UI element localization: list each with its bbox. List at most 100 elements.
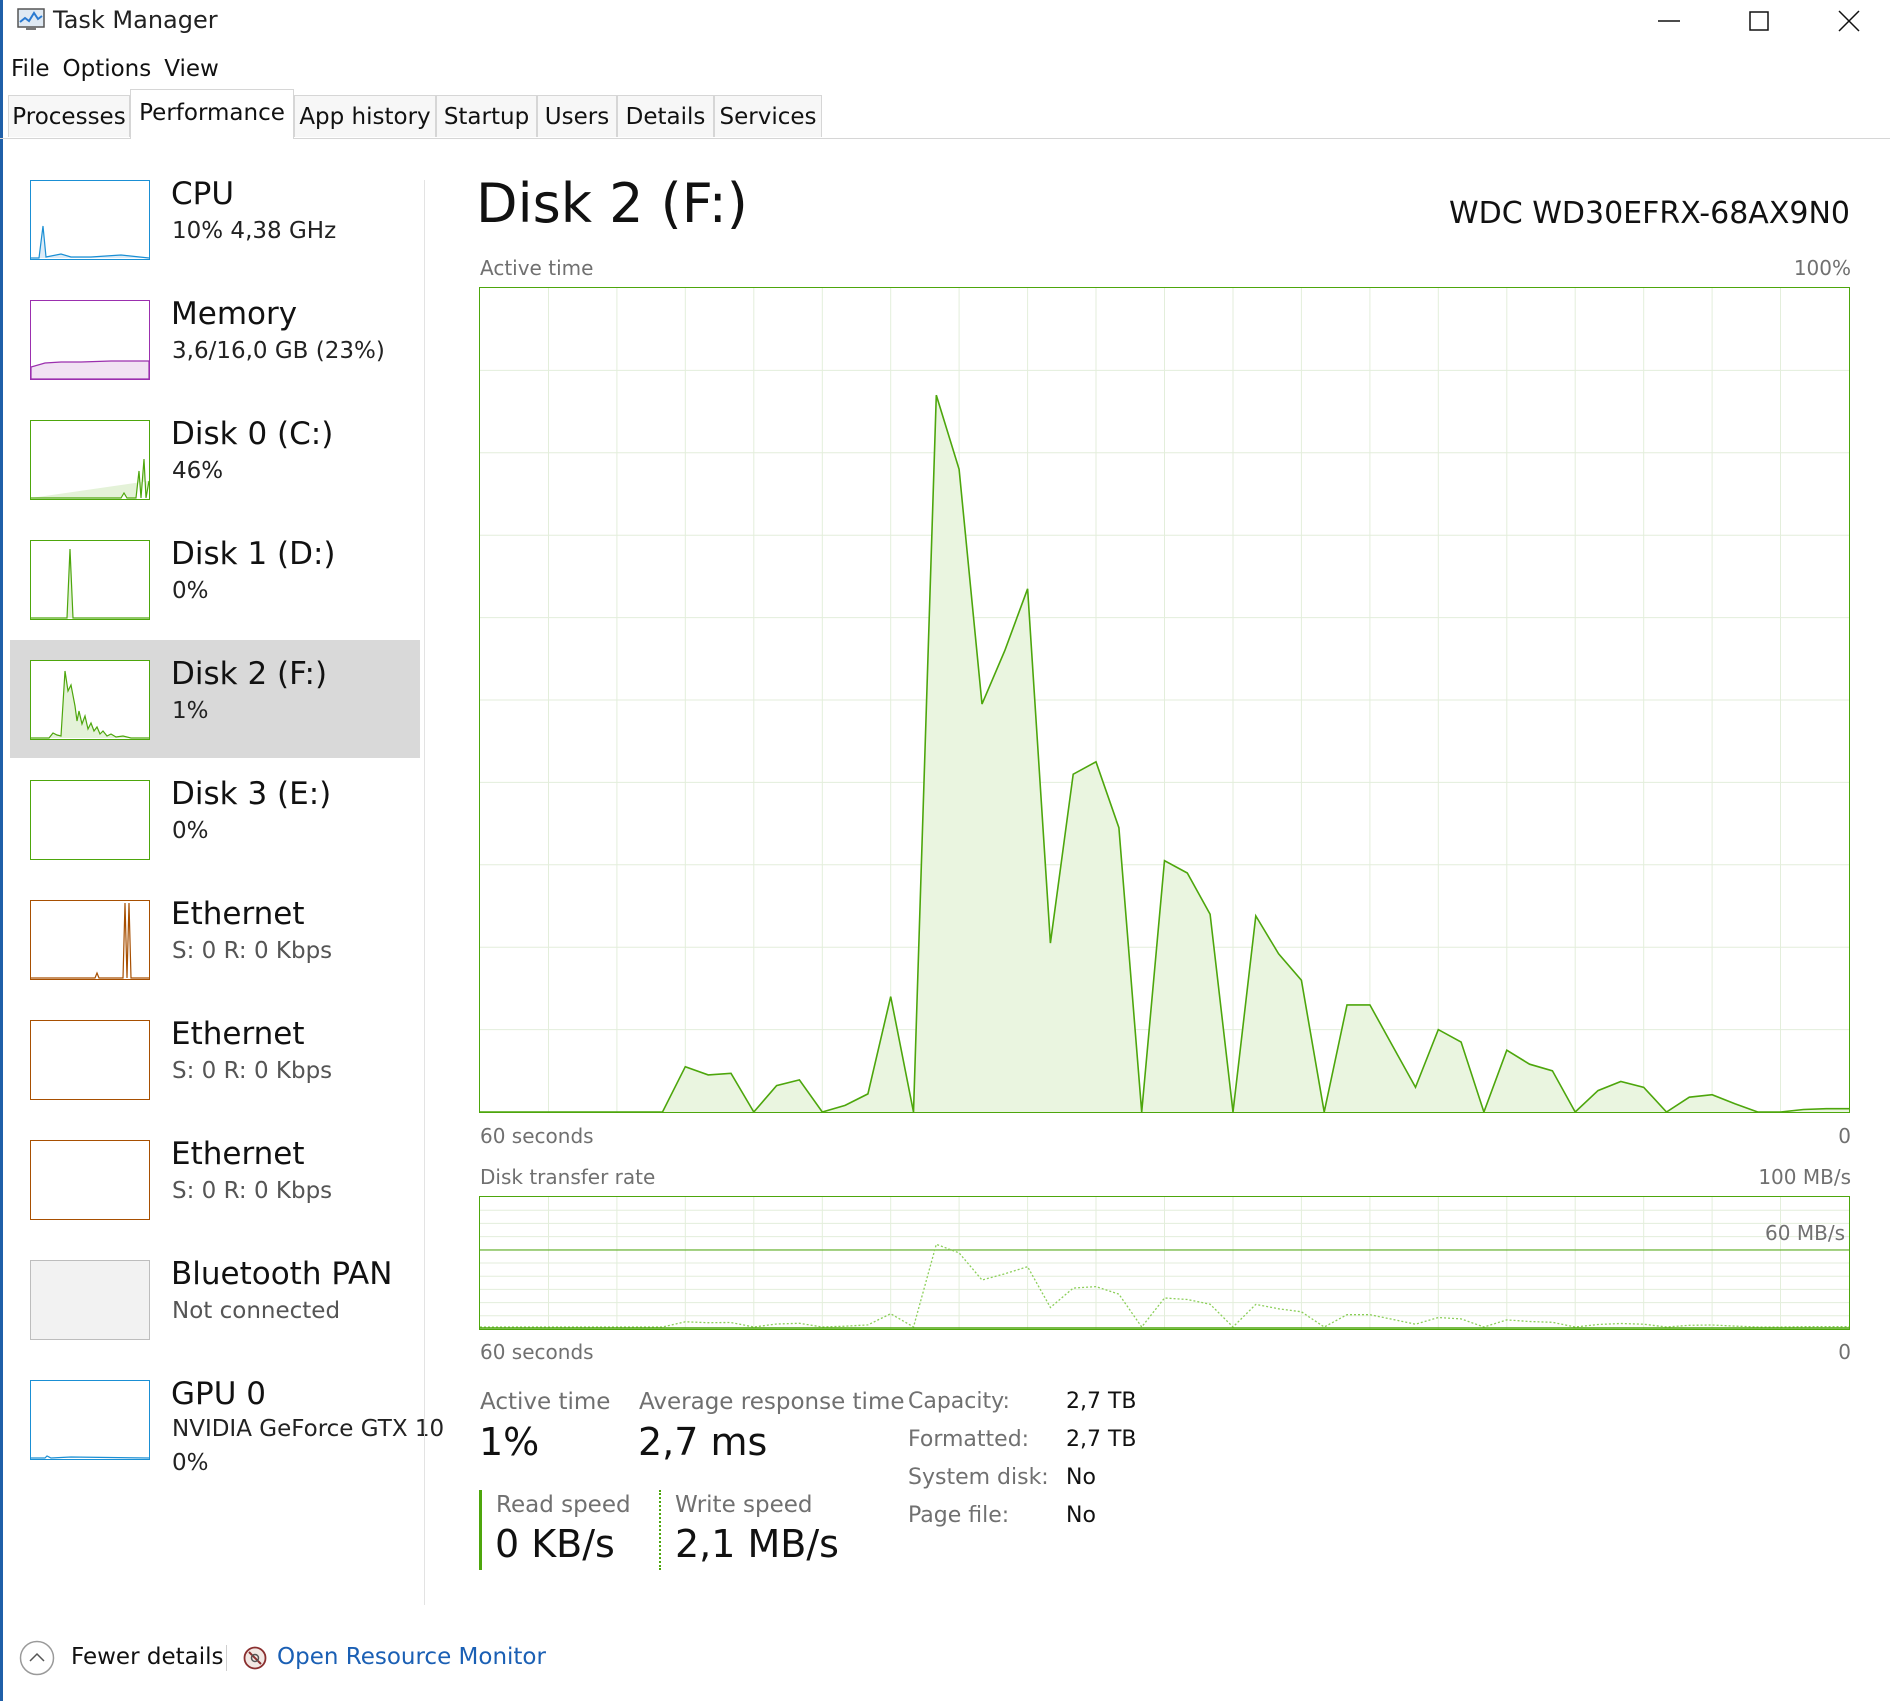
disk-0-thumbnail	[30, 420, 150, 500]
cpu-thumbnail	[30, 180, 150, 260]
sidebar-item-bluetooth-pan[interactable]: Bluetooth PAN Not connected	[10, 1240, 420, 1358]
active-time-x-label: 60 seconds	[480, 1124, 594, 1148]
tab-startup[interactable]: Startup	[436, 95, 537, 137]
sidebar-item-disk-1[interactable]: Disk 1 (D:) 0%	[10, 520, 420, 638]
sidebar-item-value: 1%	[172, 698, 209, 724]
tab-processes[interactable]: Processes	[8, 95, 130, 137]
sidebar-item-value: NVIDIA GeForce GTX 10	[172, 1416, 445, 1442]
transfer-rate-label: Disk transfer rate	[480, 1165, 656, 1189]
transfer-rate-scale: 60 MB/s	[1765, 1221, 1845, 1245]
formatted-label: Formatted:	[908, 1427, 1030, 1452]
open-resource-monitor-link[interactable]: Open Resource Monitor	[277, 1644, 546, 1670]
sidebar-item-value: S: 0 R: 0 Kbps	[172, 938, 333, 964]
sidebar-item-value: 0%	[172, 818, 209, 844]
active-time-graph	[479, 287, 1850, 1113]
read-speed-value: 0 KB/s	[495, 1522, 615, 1566]
sidebar-item-value: 3,6/16,0 GB (23%)	[172, 338, 385, 364]
system-disk-label: System disk:	[908, 1465, 1049, 1490]
system-disk-value: No	[1066, 1465, 1096, 1490]
page-file-label: Page file:	[908, 1503, 1010, 1528]
sidebar-item-gpu-0[interactable]: GPU 0 NVIDIA GeForce GTX 10 0%	[10, 1360, 444, 1478]
sidebar-item-name: GPU 0	[171, 1376, 266, 1412]
sidebar-item-name: Disk 0 (C:)	[171, 416, 334, 452]
capacity-label: Capacity:	[908, 1389, 1010, 1414]
maximize-button[interactable]	[1714, 0, 1804, 42]
minimize-icon	[1658, 20, 1680, 22]
sidebar-item-cpu[interactable]: CPU 10% 4,38 GHz	[10, 160, 420, 278]
write-speed-indicator	[659, 1490, 661, 1570]
close-button[interactable]	[1804, 0, 1890, 42]
tab-performance[interactable]: Performance	[130, 89, 294, 139]
sidebar-item-disk-2[interactable]: Disk 2 (F:) 1%	[10, 640, 420, 758]
sidebar-item-disk-3[interactable]: Disk 3 (E:) 0%	[10, 760, 420, 878]
capacity-value: 2,7 TB	[1066, 1389, 1137, 1414]
sidebar-item-ethernet-3[interactable]: Ethernet S: 0 R: 0 Kbps	[10, 1120, 420, 1238]
disk-2-thumbnail	[30, 660, 150, 740]
write-speed-label: Write speed	[675, 1492, 813, 1518]
page-title: Disk 2 (F:)	[476, 172, 748, 235]
minimize-button[interactable]	[1624, 0, 1714, 42]
ethernet-1-thumbnail	[30, 900, 150, 980]
tab-users[interactable]: Users	[537, 95, 617, 137]
window-title: Task Manager	[53, 6, 218, 34]
bluetooth-thumbnail	[30, 1260, 150, 1340]
formatted-value: 2,7 TB	[1066, 1427, 1137, 1452]
sidebar-item-name: Disk 1 (D:)	[171, 536, 336, 572]
transfer-rate-graph: 60 MB/s	[479, 1196, 1850, 1330]
transfer-rate-max: 100 MB/s	[1758, 1165, 1851, 1189]
disk-3-thumbnail	[30, 780, 150, 860]
sidebar-item-name: CPU	[171, 176, 235, 212]
page-file-value: No	[1066, 1503, 1096, 1528]
menu-bar: File Options View	[0, 52, 226, 86]
sidebar-item-value: 0%	[172, 578, 209, 604]
sidebar-item-value: S: 0 R: 0 Kbps	[172, 1178, 333, 1204]
avg-response-label: Average response time	[639, 1389, 905, 1415]
fewer-details-label[interactable]: Fewer details	[71, 1644, 223, 1670]
sidebar-item-name: Ethernet	[171, 1136, 305, 1172]
sidebar-item-ethernet-1[interactable]: Ethernet S: 0 R: 0 Kbps	[10, 880, 420, 998]
fewer-details-button[interactable]	[19, 1640, 55, 1676]
sidebar-item-name: Ethernet	[171, 1016, 305, 1052]
read-speed-indicator	[479, 1490, 482, 1570]
sidebar-item-value: 10% 4,38 GHz	[172, 218, 337, 244]
ethernet-3-thumbnail	[30, 1140, 150, 1220]
sidebar-item-name: Disk 3 (E:)	[171, 776, 332, 812]
disk-1-thumbnail	[30, 540, 150, 620]
transfer-x-zero: 0	[1838, 1340, 1851, 1364]
sidebar-item-value-2: 0%	[172, 1450, 209, 1476]
tab-bar: Processes Performance App history Startu…	[0, 89, 1890, 139]
active-time-stat-value: 1%	[479, 1420, 540, 1464]
transfer-x-label: 60 seconds	[480, 1340, 594, 1364]
transfer-rate-chart	[480, 1197, 1849, 1329]
sidebar-item-ethernet-2[interactable]: Ethernet S: 0 R: 0 Kbps	[10, 1000, 420, 1118]
footer-divider	[226, 1645, 227, 1671]
sidebar-item-value: S: 0 R: 0 Kbps	[172, 1058, 333, 1084]
sidebar-item-memory[interactable]: Memory 3,6/16,0 GB (23%)	[10, 280, 420, 398]
read-speed-label: Read speed	[496, 1492, 631, 1518]
task-manager-icon	[17, 7, 45, 31]
maximize-icon	[1749, 11, 1769, 31]
sidebar-item-name: Disk 2 (F:)	[171, 656, 328, 692]
active-time-label: Active time	[480, 256, 594, 280]
active-time-x-zero: 0	[1838, 1124, 1851, 1148]
menu-file[interactable]: File	[0, 52, 57, 86]
title-bar: Task Manager	[0, 0, 1890, 44]
menu-view[interactable]: View	[158, 52, 226, 86]
tab-services[interactable]: Services	[714, 95, 822, 137]
device-model: WDC WD30EFRX-68AX9N0	[1449, 196, 1850, 231]
active-time-chart	[480, 288, 1849, 1112]
gpu-thumbnail	[30, 1380, 150, 1460]
sidebar-item-disk-0[interactable]: Disk 0 (C:) 46%	[10, 400, 420, 518]
menu-options[interactable]: Options	[57, 52, 159, 86]
resource-list: CPU 10% 4,38 GHz Memory 3,6/16,0 GB (23%…	[10, 160, 444, 1620]
footer: Fewer details Open Resource Monitor	[0, 1625, 1890, 1695]
avg-response-value: 2,7 ms	[638, 1420, 768, 1464]
write-speed-value: 2,1 MB/s	[675, 1522, 839, 1566]
tab-app-history[interactable]: App history	[294, 95, 436, 137]
memory-thumbnail	[30, 300, 150, 380]
sidebar-item-value: 46%	[172, 458, 224, 484]
ethernet-2-thumbnail	[30, 1020, 150, 1100]
tab-details[interactable]: Details	[617, 95, 714, 137]
chevron-up-icon	[19, 1640, 55, 1676]
sidebar-item-name: Bluetooth PAN	[171, 1256, 393, 1292]
